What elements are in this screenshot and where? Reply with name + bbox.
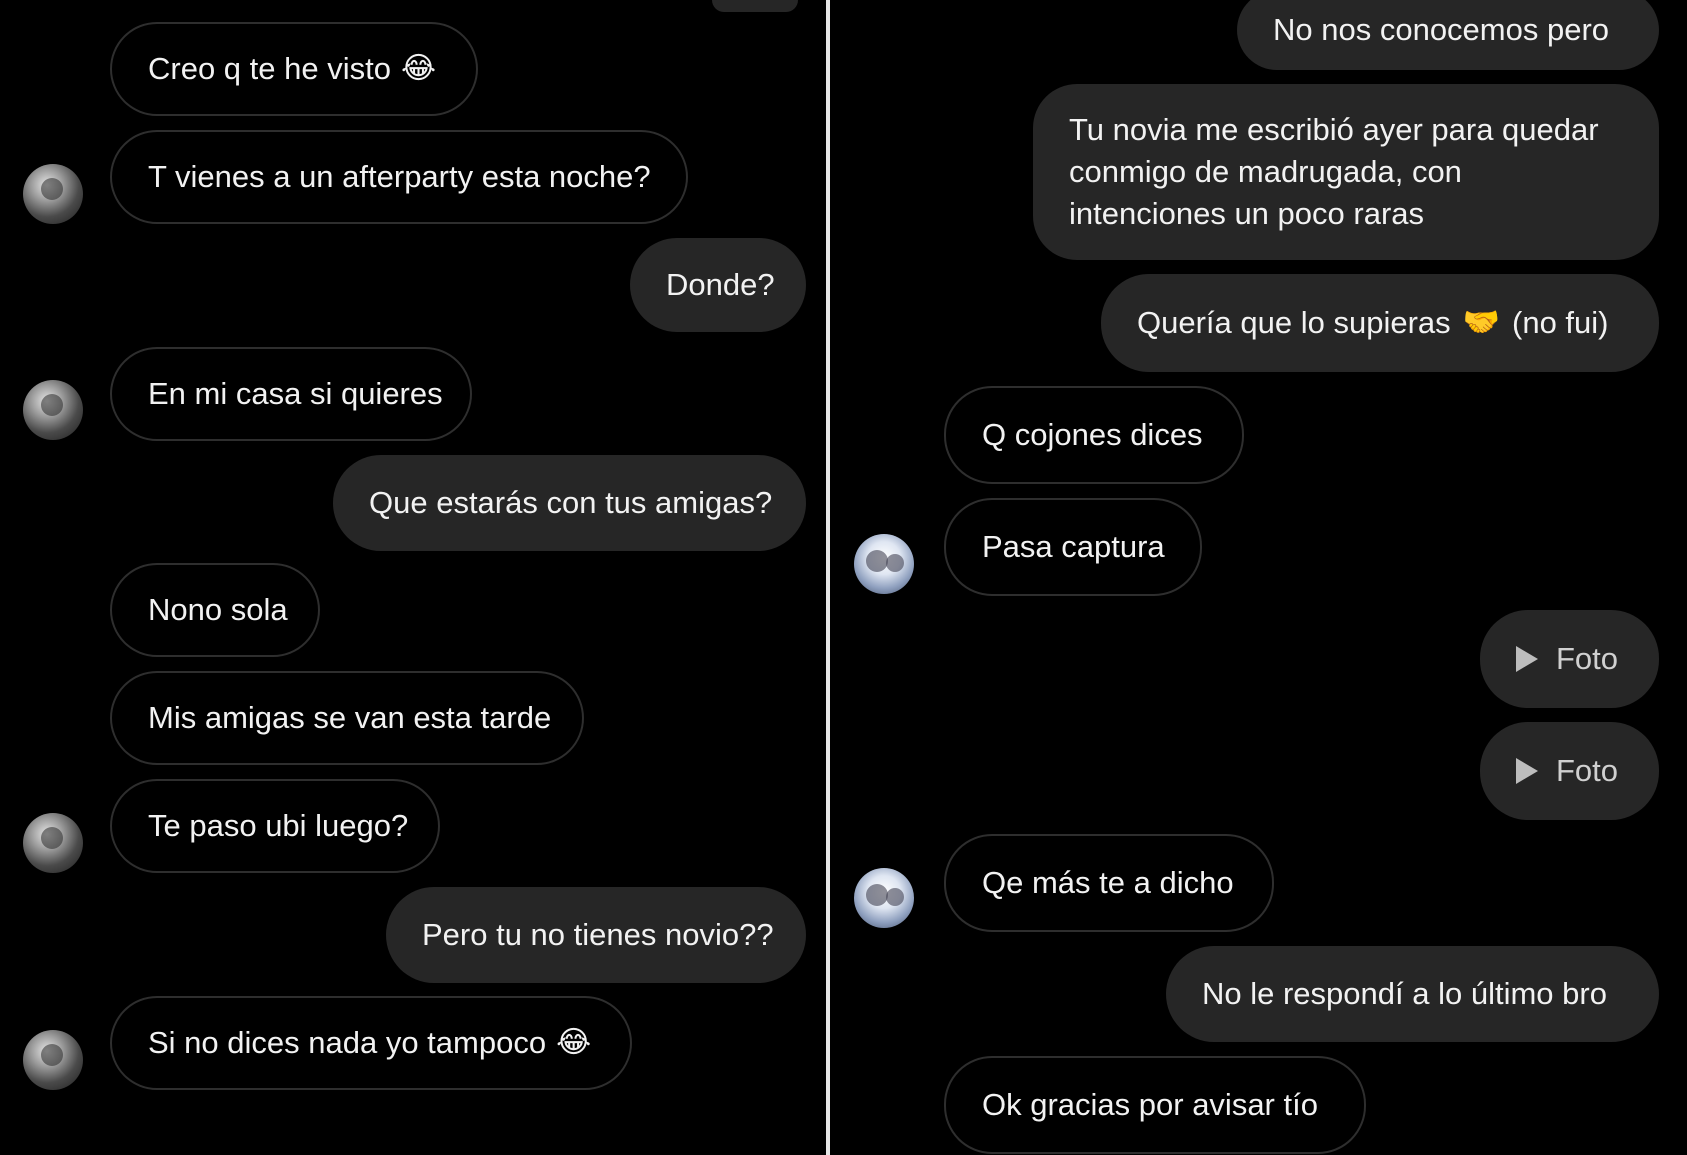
previous-message-bubble-edge (712, 0, 798, 12)
contact-avatar[interactable] (854, 534, 914, 594)
message-text: Pasa captura (982, 529, 1165, 564)
photo-label: Foto (1556, 753, 1619, 788)
photo-message-bubble[interactable]: Foto (1480, 722, 1659, 820)
message-text: Si no dices nada yo tampoco (148, 1025, 547, 1060)
message-text: Que estarás con tus amigas? (369, 485, 773, 520)
message-bubble-outgoing[interactable]: Tu novia me escribió ayer para quedar co… (1033, 84, 1659, 260)
contact-avatar[interactable] (23, 164, 83, 224)
message-text: Creo q te he visto (148, 51, 391, 86)
message-bubble-incoming[interactable]: Qe más te a dicho (944, 834, 1274, 932)
message-bubble-incoming[interactable]: Mis amigas se van esta tarde (110, 671, 584, 765)
message-bubble-outgoing[interactable]: No le respondí a lo último bro (1166, 946, 1659, 1042)
message-text: No nos conocemos pero (1273, 12, 1610, 47)
message-bubble-incoming[interactable]: Ok gracias por avisar tío (944, 1056, 1366, 1154)
message-bubble-outgoing[interactable]: No nos conocemos pero (1237, 0, 1659, 70)
laughing-emoji-icon: 😂 (556, 1026, 592, 1059)
message-bubble-outgoing[interactable]: Que estarás con tus amigas? (333, 455, 806, 551)
contact-avatar[interactable] (23, 813, 83, 873)
message-bubble-incoming[interactable]: Si no dices nada yo tampoco 😂 (110, 996, 632, 1090)
message-bubble-outgoing[interactable]: Donde? (630, 238, 806, 332)
message-bubble-incoming[interactable]: Te paso ubi luego? (110, 779, 440, 873)
handshake-emoji-icon: 🤝 (1462, 306, 1500, 339)
contact-avatar[interactable] (23, 380, 83, 440)
message-text: Nono sola (148, 592, 288, 627)
contact-avatar[interactable] (23, 1030, 83, 1090)
play-icon (1516, 758, 1538, 784)
message-bubble-outgoing[interactable]: Quería que lo supieras 🤝 (no fui) (1101, 274, 1659, 372)
photo-label: Foto (1556, 641, 1619, 676)
message-text: En mi casa si quieres (148, 376, 443, 411)
message-text: Qe más te a dicho (982, 865, 1234, 900)
message-bubble-incoming[interactable]: En mi casa si quieres (110, 347, 472, 441)
message-text: T vienes a un afterparty esta noche? (148, 159, 651, 194)
laughing-emoji-icon: 😂 (400, 52, 437, 85)
message-text: Donde? (666, 267, 775, 302)
message-bubble-incoming[interactable]: Creo q te he visto 😂 (110, 22, 478, 116)
message-text: Quería que lo supieras (1137, 305, 1451, 340)
message-text: Tu novia me escribió ayer para quedar co… (1069, 112, 1599, 231)
message-text: Pero tu no tienes novio?? (422, 917, 774, 952)
right-conversation-panel: No nos conocemos pero Tu novia me escrib… (830, 0, 1687, 1155)
photo-message-bubble[interactable]: Foto (1480, 610, 1659, 708)
contact-avatar[interactable] (854, 868, 914, 928)
message-text: Mis amigas se van esta tarde (148, 700, 552, 735)
message-text: Ok gracias por avisar tío (982, 1087, 1318, 1122)
message-bubble-outgoing[interactable]: Pero tu no tienes novio?? (386, 887, 806, 983)
left-conversation-panel: Creo q te he visto 😂 T vienes a un after… (0, 0, 826, 1155)
message-bubble-incoming[interactable]: Q cojones dices (944, 386, 1244, 484)
message-text: No le respondí a lo último bro (1202, 976, 1607, 1011)
message-bubble-incoming[interactable]: Nono sola (110, 563, 320, 657)
message-bubble-incoming[interactable]: T vienes a un afterparty esta noche? (110, 130, 688, 224)
play-icon (1516, 646, 1538, 672)
message-text: Te paso ubi luego? (148, 808, 409, 843)
message-bubble-incoming[interactable]: Pasa captura (944, 498, 1202, 596)
message-text: Q cojones dices (982, 417, 1203, 452)
message-text-suffix: (no fui) (1512, 305, 1609, 340)
